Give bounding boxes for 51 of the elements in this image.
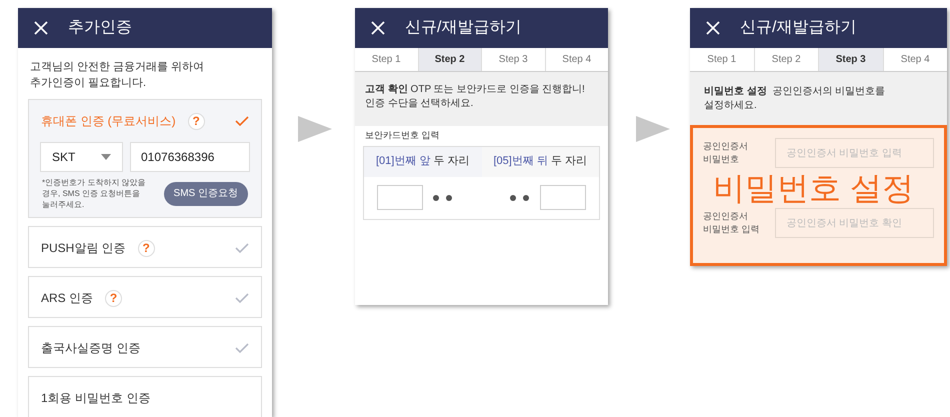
step-tab[interactable]: Step 1 bbox=[690, 48, 754, 71]
screen-title: 신규/재발급하기 bbox=[405, 18, 522, 38]
help-icon[interactable]: ? bbox=[105, 290, 122, 306]
method-card[interactable]: PUSH알림 인증 ? bbox=[28, 226, 262, 268]
method-label: ARS 인증 bbox=[41, 290, 94, 307]
column-heading: [05]번째 뒤 두 자리 bbox=[482, 146, 599, 176]
caret-icon bbox=[101, 154, 111, 160]
method-card[interactable]: 출국사실증명 인증 bbox=[28, 326, 262, 368]
column-heading: [01]번째 앞 두 자리 bbox=[364, 146, 482, 176]
arrow-icon bbox=[636, 116, 670, 142]
step-tab[interactable]: Step 4 bbox=[884, 48, 947, 71]
close-icon[interactable] bbox=[371, 21, 385, 35]
check-icon bbox=[235, 343, 249, 353]
password-field[interactable]: 공인인증서 비밀번호 확인 bbox=[775, 208, 934, 238]
screen-title: 신규/재발급하기 bbox=[740, 18, 856, 38]
intro-text: 비밀번호 설정 공인인증서의 비밀번호를 설정하세요. bbox=[704, 85, 886, 113]
sms-request-button[interactable]: SMS 인증요청 bbox=[164, 182, 248, 206]
check-icon bbox=[235, 293, 249, 303]
check-icon bbox=[235, 116, 249, 126]
card-label: 보안카드번호 입력 bbox=[364, 129, 441, 142]
field-label: 공인인증서 비밀번호 입력 bbox=[703, 210, 761, 236]
close-icon[interactable] bbox=[706, 21, 720, 35]
step-tab[interactable]: Step 3 bbox=[482, 48, 546, 71]
intro-text: 고객 확인 OTP 또는 보안카드로 인증을 진행합니! 인증 수단을 선택하세요. bbox=[365, 83, 586, 111]
method-card[interactable]: ARS 인증 ? bbox=[28, 276, 262, 318]
password-field[interactable]: 공인인증서 비밀번호 입력 bbox=[775, 138, 934, 168]
digit-field[interactable] bbox=[540, 185, 586, 210]
help-icon[interactable]: ? bbox=[138, 240, 155, 256]
method-label: 출국사실증명 인증 bbox=[41, 340, 140, 357]
field-label: 공인인증서 비밀번호 bbox=[703, 140, 749, 166]
step-tab[interactable]: Step 2 bbox=[418, 48, 482, 71]
sms-note: *인증번호가 도착하지 않았을 경우, SMS 인증 요청버튼을 눌러주세요. bbox=[42, 177, 147, 210]
check-icon bbox=[235, 243, 249, 253]
help-icon[interactable]: ? bbox=[188, 112, 205, 130]
carrier-select[interactable]: SKT bbox=[40, 142, 123, 172]
method-label: PUSH알림 인증 bbox=[41, 240, 126, 257]
masked-dots-icon bbox=[510, 194, 530, 200]
method-card[interactable]: 휴대폰 인증 (무료서비스) ? SKT 01076368396 *인증번호가 도착하지 않았을 경우, SMS 인증 요청버튼을 눌러주세요. SMS 인증요청 bbox=[28, 99, 262, 218]
masked-dots-icon bbox=[433, 194, 453, 200]
step-tab[interactable]: Step 3 bbox=[819, 48, 884, 71]
arrow-icon bbox=[298, 116, 332, 142]
screen-title: 추가인증 bbox=[68, 18, 132, 38]
method-label: 1회용 비밀번호 인증 bbox=[41, 390, 150, 407]
method-card[interactable]: 1회용 비밀번호 인증 bbox=[28, 376, 262, 417]
close-icon[interactable] bbox=[34, 21, 48, 35]
intro-text: 고객님의 안전한 금융거래를 위하여 추가인증이 필요합니다. bbox=[29, 60, 206, 91]
digit-field[interactable] bbox=[377, 185, 423, 210]
method-label: 휴대폰 인증 (무료서비스) bbox=[41, 113, 176, 130]
phone-field[interactable]: 01076368396 bbox=[130, 142, 250, 172]
step-tab[interactable]: Step 4 bbox=[546, 48, 608, 71]
overlay-caption: 비밀번호 설정 bbox=[713, 170, 914, 206]
